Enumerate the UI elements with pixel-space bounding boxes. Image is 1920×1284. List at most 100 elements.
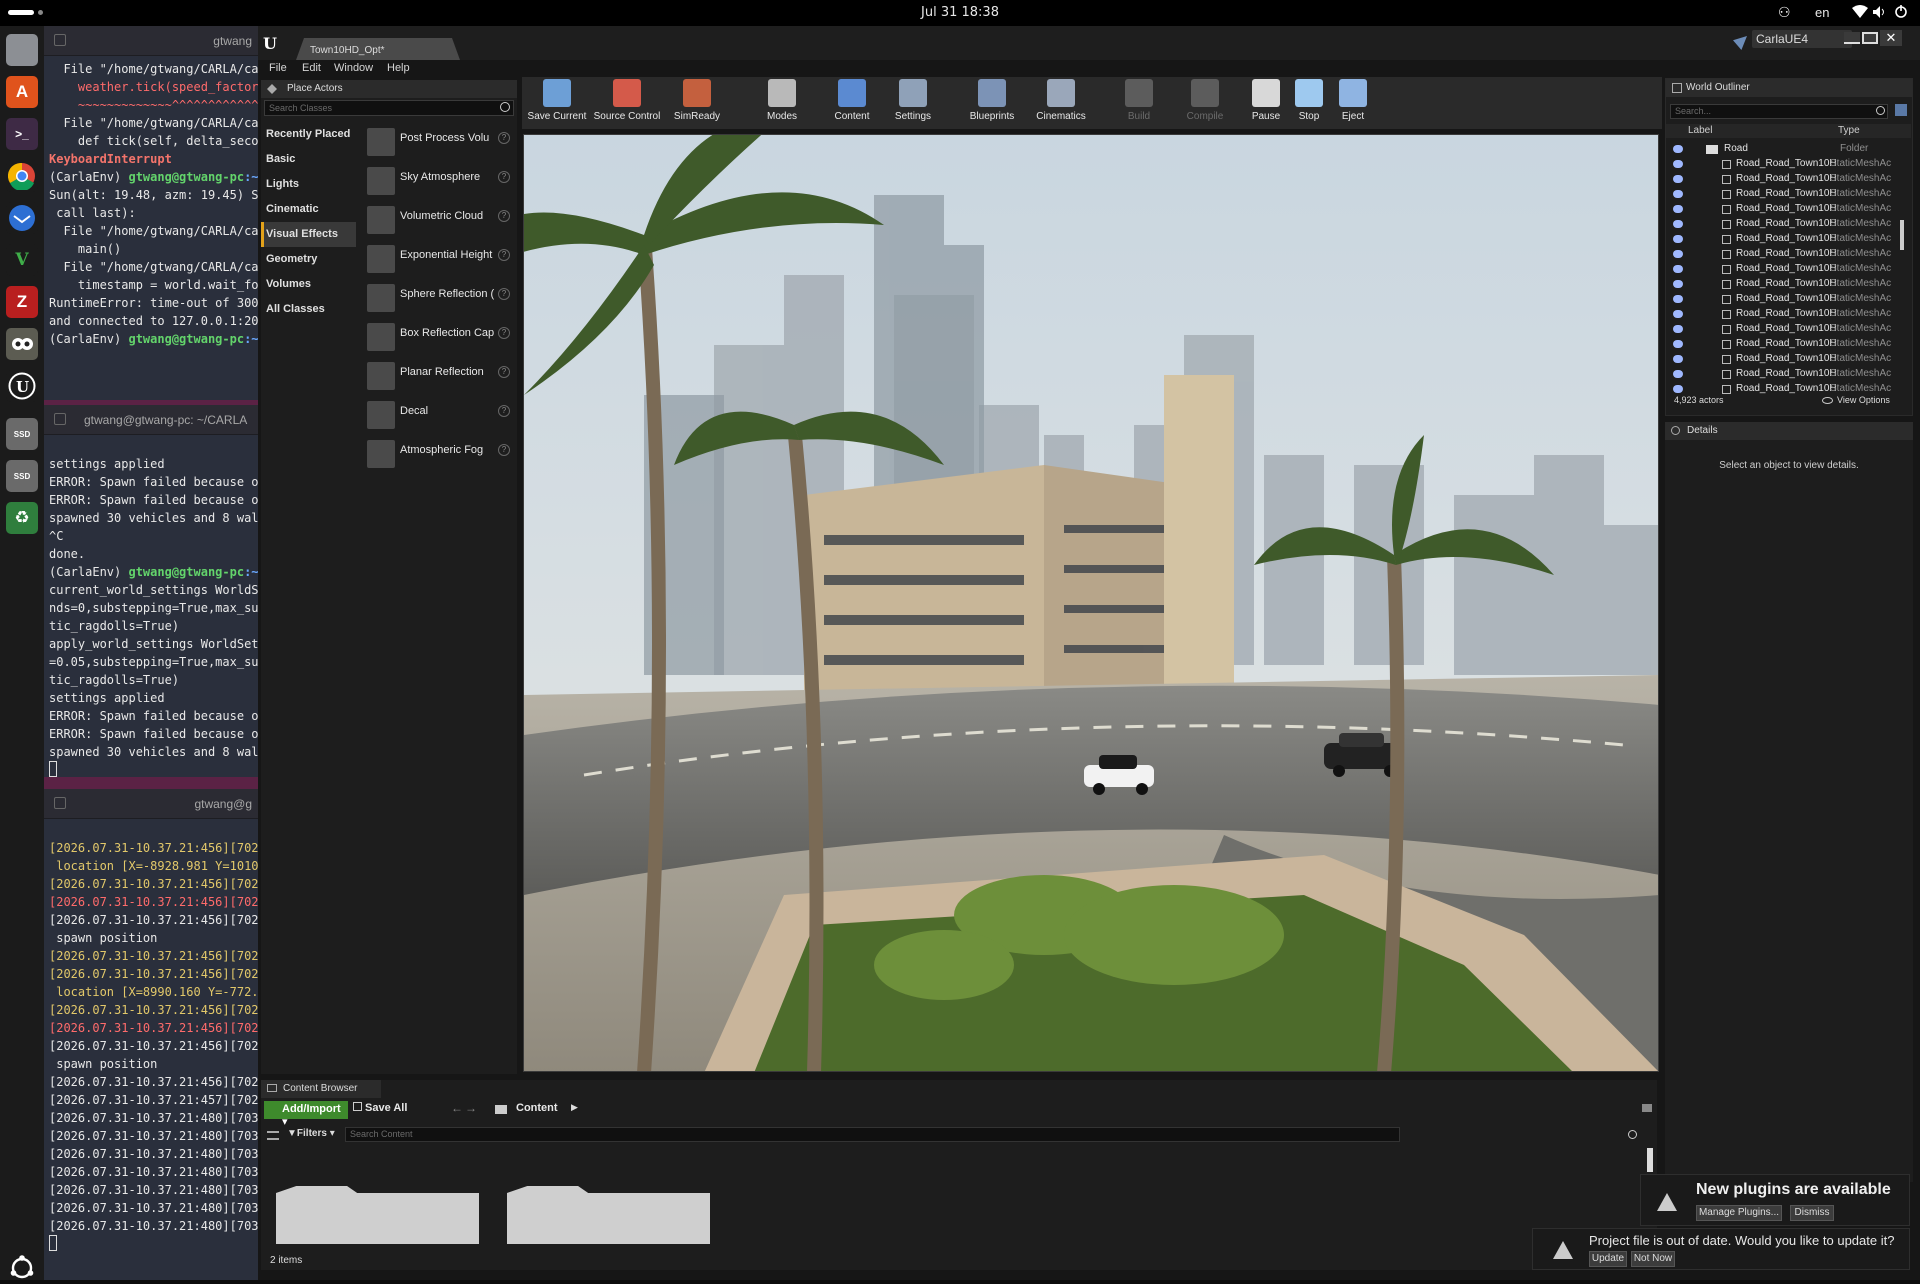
category-geometry[interactable]: Geometry bbox=[262, 247, 356, 272]
terminal-header[interactable]: gtwang@g bbox=[44, 789, 258, 819]
toolbar-content-button[interactable]: Content bbox=[817, 79, 887, 122]
type-column[interactable]: Type bbox=[1838, 125, 1860, 136]
wifi-icon[interactable] bbox=[1852, 5, 1868, 19]
search-content-input[interactable]: Search Content bbox=[345, 1127, 1400, 1142]
terminal-header[interactable]: gtwang bbox=[44, 26, 258, 56]
category-volumes[interactable]: Volumes bbox=[262, 272, 356, 297]
actor-item[interactable]: Box Reflection Cap? bbox=[360, 317, 516, 355]
close-button[interactable]: ✕ bbox=[1880, 30, 1902, 46]
visibility-icon[interactable] bbox=[1673, 250, 1683, 258]
help-icon[interactable]: ? bbox=[498, 132, 510, 144]
lock-icon[interactable] bbox=[1642, 1104, 1652, 1112]
vim-icon[interactable]: V bbox=[6, 244, 38, 276]
ubuntu-icon[interactable] bbox=[6, 1252, 38, 1284]
toolbar-save-current-button[interactable]: Save Current bbox=[522, 79, 592, 122]
add-import-button[interactable]: Add/Import ▾ bbox=[264, 1101, 348, 1128]
accessibility-icon[interactable]: ⚇ bbox=[1778, 4, 1791, 21]
toolbar-eject-button[interactable]: Eject bbox=[1318, 79, 1388, 122]
visibility-icon[interactable] bbox=[1673, 385, 1683, 393]
outliner-add-icon[interactable] bbox=[1895, 104, 1907, 116]
toolbar-compile-button[interactable]: Compile bbox=[1170, 79, 1240, 122]
toolbar-cinematics-button[interactable]: Cinematics bbox=[1026, 79, 1096, 122]
help-icon[interactable]: ? bbox=[498, 444, 510, 456]
help-icon[interactable]: ? bbox=[498, 210, 510, 222]
menu-file[interactable]: File bbox=[269, 62, 287, 74]
back-arrow-icon[interactable]: ← bbox=[451, 1101, 463, 1115]
help-icon[interactable]: ? bbox=[498, 327, 510, 339]
category-cinematic[interactable]: Cinematic bbox=[262, 197, 356, 222]
terminal-icon[interactable]: >_ bbox=[6, 118, 38, 150]
content-folder-tile[interactable] bbox=[276, 1186, 479, 1244]
terminal-pane-3[interactable]: gtwang@g [2026.07.31-10.37.21:456][702]L… bbox=[44, 789, 258, 1280]
visibility-icon[interactable] bbox=[1673, 340, 1683, 348]
thunderbird-icon[interactable] bbox=[6, 202, 38, 234]
toolbar-build-button[interactable]: Build bbox=[1104, 79, 1174, 122]
visibility-icon[interactable] bbox=[1673, 310, 1683, 318]
menu-edit[interactable]: Edit bbox=[302, 62, 321, 74]
category-lights[interactable]: Lights bbox=[262, 172, 356, 197]
dismiss-button[interactable]: Dismiss bbox=[1790, 1205, 1834, 1221]
outliner-actor-row[interactable]: Road_Road_Town10H StaticMeshAc bbox=[1666, 337, 1896, 352]
outliner-actor-row[interactable]: Road_Road_Town10H StaticMeshAc bbox=[1666, 157, 1896, 172]
files-icon[interactable] bbox=[6, 34, 38, 66]
outliner-actor-row[interactable]: Road_Road_Town10H StaticMeshAc bbox=[1666, 322, 1896, 337]
outliner-actor-row[interactable]: Road_Road_Town10H StaticMeshAc bbox=[1666, 202, 1896, 217]
update-button[interactable]: Update bbox=[1589, 1251, 1627, 1267]
terminal-pane-1[interactable]: gtwang File "/home/gtwang/CARLA/carl wea… bbox=[44, 26, 258, 400]
pin-icon[interactable] bbox=[54, 413, 66, 425]
content-browser-header[interactable]: Content Browser bbox=[261, 1080, 381, 1098]
ssd-icon[interactable]: SSD bbox=[6, 418, 38, 450]
outliner-actor-row[interactable]: Road_Road_Town10H StaticMeshAc bbox=[1666, 277, 1896, 292]
pin-icon[interactable] bbox=[54, 797, 66, 809]
terminal-header[interactable]: gtwang@gtwang-pc: ~/CARLA bbox=[44, 405, 258, 435]
actor-item[interactable]: Sphere Reflection (? bbox=[360, 278, 516, 316]
actor-item[interactable]: Decal? bbox=[360, 395, 516, 433]
visibility-icon[interactable] bbox=[1673, 355, 1683, 363]
menu-help[interactable]: Help bbox=[387, 62, 410, 74]
visibility-icon[interactable] bbox=[1673, 295, 1683, 303]
help-icon[interactable]: ? bbox=[498, 366, 510, 378]
toolbar-blueprints-button[interactable]: Blueprints bbox=[957, 79, 1027, 122]
clock[interactable]: Jul 31 18:38 bbox=[0, 5, 1920, 20]
help-icon[interactable]: ? bbox=[498, 249, 510, 261]
level-tab[interactable]: Town10HD_Opt* bbox=[296, 38, 460, 60]
outliner-search-input[interactable]: Search... bbox=[1670, 104, 1888, 119]
minimize-button[interactable] bbox=[1844, 32, 1860, 44]
unreal-icon[interactable]: U bbox=[6, 370, 38, 402]
outliner-actor-row[interactable]: Road_Road_Town10H StaticMeshAc bbox=[1666, 247, 1896, 262]
help-icon[interactable]: ? bbox=[498, 171, 510, 183]
actor-item[interactable]: Sky Atmosphere? bbox=[360, 161, 516, 199]
actor-item[interactable]: Atmospheric Fog? bbox=[360, 434, 516, 472]
help-icon[interactable]: ? bbox=[498, 288, 510, 300]
not-now-button[interactable]: Not Now bbox=[1631, 1251, 1675, 1267]
actor-item[interactable]: Exponential Height? bbox=[360, 239, 516, 277]
details-header[interactable]: Details bbox=[1665, 422, 1913, 440]
visibility-icon[interactable] bbox=[1673, 220, 1683, 228]
outliner-actor-row[interactable]: Road_Road_Town10H StaticMeshAc bbox=[1666, 172, 1896, 187]
toolbar-settings-button[interactable]: Settings bbox=[878, 79, 948, 122]
toolbar-simready-button[interactable]: SimReady bbox=[662, 79, 732, 122]
view-options-button[interactable]: View Options bbox=[1837, 395, 1890, 405]
terminal-pane-2[interactable]: gtwang@gtwang-pc: ~/CARLA settings appli… bbox=[44, 405, 258, 777]
save-all-button[interactable]: Save All bbox=[353, 1102, 407, 1114]
pin-icon[interactable] bbox=[54, 34, 66, 46]
world-outliner-header[interactable]: World Outliner bbox=[1666, 79, 1912, 97]
category-basic[interactable]: Basic bbox=[262, 147, 356, 172]
content-scrollbar[interactable] bbox=[1647, 1148, 1653, 1172]
filters-button[interactable]: ▼Filters ▾ bbox=[287, 1128, 335, 1139]
outliner-actor-row[interactable]: Road_Road_Town10H StaticMeshAc bbox=[1666, 292, 1896, 307]
outliner-folder-row[interactable]: Road Folder bbox=[1666, 142, 1896, 157]
search-classes-input[interactable]: Search Classes bbox=[264, 100, 514, 116]
trash-icon[interactable]: ♻ bbox=[6, 502, 38, 534]
outliner-actor-row[interactable]: Road_Road_Town10H StaticMeshAc bbox=[1666, 187, 1896, 202]
outliner-actor-row[interactable]: Road_Road_Town10H StaticMeshAc bbox=[1666, 352, 1896, 367]
outliner-actor-row[interactable]: Road_Road_Town10H StaticMeshAc bbox=[1666, 367, 1896, 382]
visibility-icon[interactable] bbox=[1673, 280, 1683, 288]
visibility-icon[interactable] bbox=[1673, 235, 1683, 243]
category-recently-placed[interactable]: Recently Placed bbox=[262, 122, 356, 147]
visibility-icon[interactable] bbox=[1673, 160, 1683, 168]
label-column[interactable]: Label bbox=[1688, 125, 1712, 136]
visibility-icon[interactable] bbox=[1673, 175, 1683, 183]
help-icon[interactable]: ? bbox=[498, 405, 510, 417]
path-chevron-icon[interactable]: ▶ bbox=[571, 1102, 578, 1113]
